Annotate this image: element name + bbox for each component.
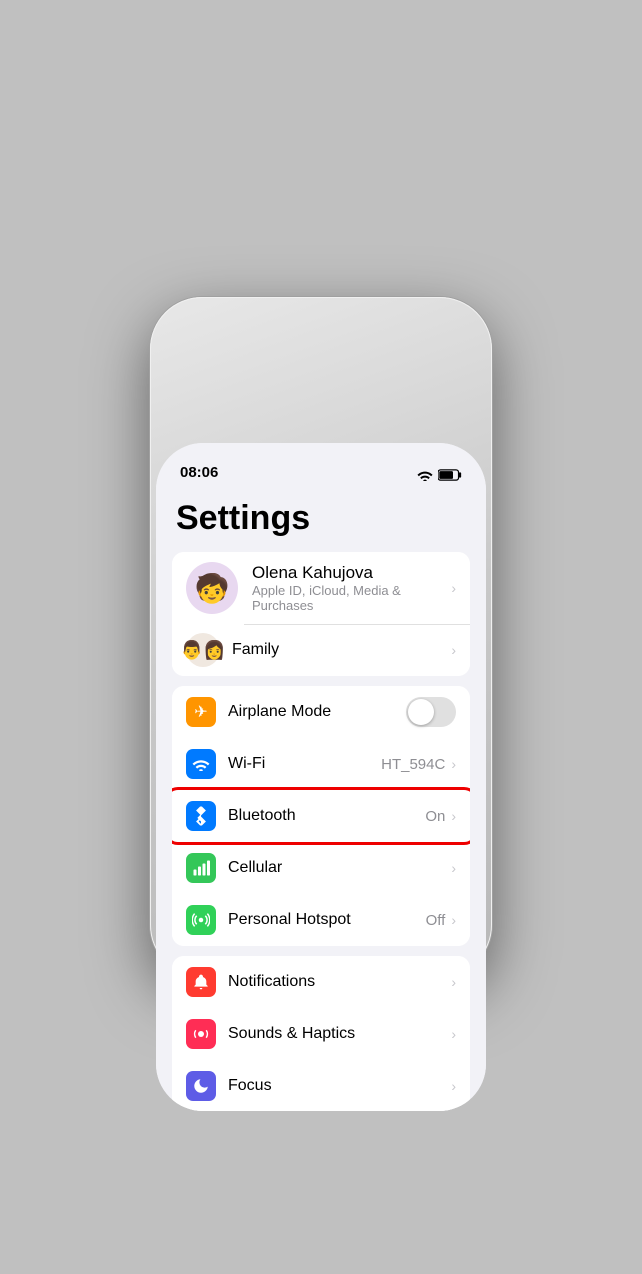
volume-up-button[interactable] xyxy=(156,325,162,359)
status-time: 08:06 xyxy=(180,464,218,481)
notifications-row[interactable]: Notifications › xyxy=(172,956,470,1008)
notifications-chevron: › xyxy=(451,974,456,990)
sounds-icon xyxy=(186,1019,216,1049)
airplane-mode-row[interactable]: ✈ Airplane Mode xyxy=(172,686,470,738)
profile-info: Olena Kahujova Apple ID, iCloud, Media &… xyxy=(252,563,451,613)
notifications-label: Notifications xyxy=(228,973,451,991)
phone-screen: 08:06 Settings 🧒 xyxy=(156,443,486,1111)
family-label: Family xyxy=(232,641,451,659)
hotspot-label: Personal Hotspot xyxy=(228,911,426,929)
status-icons xyxy=(417,469,462,481)
bluetooth-label: Bluetooth xyxy=(228,807,425,825)
cellular-row[interactable]: Cellular › xyxy=(172,842,470,894)
focus-icon xyxy=(186,1071,216,1101)
airplane-mode-toggle-knob xyxy=(408,699,434,725)
settings-scroll[interactable]: Settings 🧒 Olena Kahujova Apple ID, iClo… xyxy=(156,487,486,1111)
sounds-row[interactable]: Sounds & Haptics › xyxy=(172,1008,470,1060)
airplane-mode-toggle[interactable] xyxy=(406,697,456,727)
notifications-icon xyxy=(186,967,216,997)
phone-frame: 08:06 Settings 🧒 xyxy=(150,297,492,977)
status-bar: 08:06 xyxy=(156,443,486,487)
profile-subtitle: Apple ID, iCloud, Media & Purchases xyxy=(252,583,451,613)
profile-chevron: › xyxy=(451,580,456,596)
wifi-value: HT_594C xyxy=(381,756,445,773)
bluetooth-chevron: › xyxy=(451,808,456,824)
family-row[interactable]: 👨‍👩 Family › xyxy=(172,624,470,676)
bluetooth-value: On xyxy=(425,808,445,825)
family-chevron: › xyxy=(451,642,456,658)
connectivity-group: ✈ Airplane Mode Wi-Fi HT_594C xyxy=(172,686,470,946)
wifi-status-icon xyxy=(417,469,433,481)
focus-row[interactable]: Focus › xyxy=(172,1060,470,1111)
cellular-icon xyxy=(186,853,216,883)
bluetooth-icon xyxy=(186,801,216,831)
hotspot-icon xyxy=(186,905,216,935)
hotspot-chevron: › xyxy=(451,912,456,928)
hotspot-row[interactable]: Personal Hotspot Off › xyxy=(172,894,470,946)
airplane-mode-label: Airplane Mode xyxy=(228,703,406,721)
page-title: Settings xyxy=(156,487,486,552)
wifi-row[interactable]: Wi-Fi HT_594C › xyxy=(172,738,470,790)
power-button[interactable] xyxy=(156,393,162,443)
focus-label: Focus xyxy=(228,1077,451,1095)
profile-name: Olena Kahujova xyxy=(252,563,451,583)
bluetooth-row[interactable]: Bluetooth On › xyxy=(172,790,470,842)
volume-down-button[interactable] xyxy=(156,359,162,393)
focus-chevron: › xyxy=(451,1078,456,1094)
sounds-chevron: › xyxy=(451,1026,456,1042)
sounds-label: Sounds & Haptics xyxy=(228,1025,451,1043)
wifi-chevron: › xyxy=(451,756,456,772)
battery-status-icon xyxy=(438,469,462,481)
cellular-label: Cellular xyxy=(228,859,451,877)
wifi-icon xyxy=(186,749,216,779)
silent-button[interactable] xyxy=(156,303,162,325)
profile-row[interactable]: 🧒 Olena Kahujova Apple ID, iCloud, Media… xyxy=(172,552,470,624)
notifications-group: Notifications › Sounds & Haptics › xyxy=(172,956,470,1111)
hotspot-value: Off xyxy=(426,912,446,929)
avatar: 🧒 xyxy=(186,562,238,614)
cellular-chevron: › xyxy=(451,860,456,876)
family-avatar: 👨‍👩 xyxy=(186,633,220,667)
airplane-mode-icon: ✈ xyxy=(186,697,216,727)
profile-group: 🧒 Olena Kahujova Apple ID, iCloud, Media… xyxy=(172,552,470,676)
wifi-label: Wi-Fi xyxy=(228,755,381,773)
